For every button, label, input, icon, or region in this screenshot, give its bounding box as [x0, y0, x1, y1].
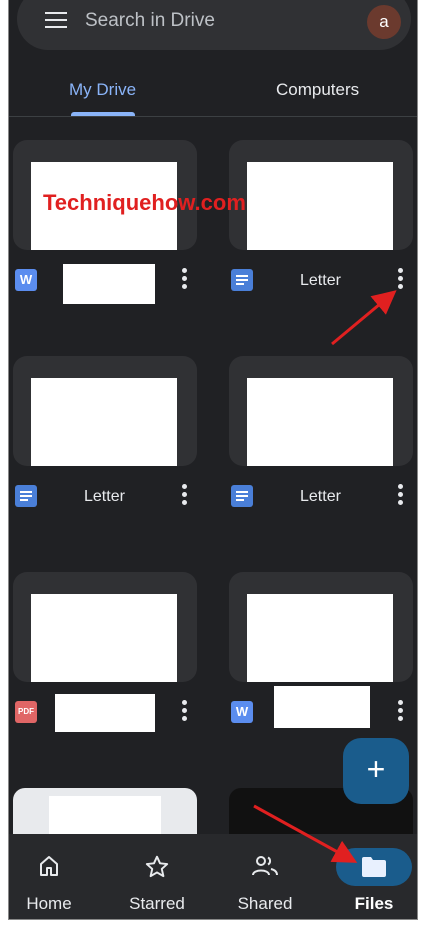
more-options-icon[interactable] [398, 700, 404, 722]
file-name: Letter [84, 488, 125, 505]
star-icon [145, 855, 169, 878]
nav-home[interactable]: Home [9, 834, 99, 919]
people-icon [252, 856, 278, 876]
more-options-icon[interactable] [398, 268, 404, 290]
pdf-icon: PDF [15, 701, 37, 723]
file-thumbnail[interactable] [13, 356, 197, 466]
file-thumbnail[interactable] [229, 140, 413, 250]
search-input[interactable]: Search in Drive [85, 10, 215, 32]
nav-label: Starred [129, 894, 185, 913]
bottom-navigation: Home Starred Shared Files [9, 834, 417, 919]
docs-icon [15, 485, 37, 507]
file-name: Letter [300, 488, 341, 505]
docs-icon [231, 269, 253, 291]
file-thumbnail[interactable] [229, 572, 413, 682]
more-options-icon[interactable] [398, 484, 404, 506]
nav-label: Home [26, 894, 72, 913]
nav-label: Files [354, 894, 394, 913]
nav-shared[interactable]: Shared [215, 834, 315, 919]
home-icon [40, 856, 58, 876]
watermark-text: Techniquehow.com [43, 190, 246, 215]
docs-icon [231, 485, 253, 507]
drive-screen: Search in Drive a My Drive Computers W L… [8, 0, 418, 920]
nav-label: Shared [237, 894, 293, 913]
new-button[interactable]: + [343, 738, 409, 804]
tab-my-drive[interactable]: My Drive [69, 80, 136, 100]
file-thumbnail[interactable] [229, 356, 413, 466]
file-name: Letter [300, 272, 341, 289]
word-icon: W [15, 269, 37, 291]
screenshot-frame: Search in Drive a My Drive Computers W L… [0, 0, 422, 928]
avatar[interactable]: a [367, 5, 401, 39]
more-options-icon[interactable] [182, 484, 188, 506]
tab-computers[interactable]: Computers [276, 80, 359, 100]
folder-icon [362, 857, 386, 877]
nav-files[interactable]: Files [324, 834, 417, 919]
more-options-icon[interactable] [182, 700, 188, 722]
hamburger-menu-icon[interactable] [45, 12, 67, 28]
file-thumbnail[interactable] [13, 572, 197, 682]
redacted-file-name [63, 264, 155, 304]
word-icon: W [231, 701, 253, 723]
more-options-icon[interactable] [182, 268, 188, 290]
redacted-file-name [274, 686, 370, 728]
redacted-file-name [55, 694, 155, 732]
tab-divider [9, 116, 417, 117]
search-bar[interactable]: Search in Drive a [17, 0, 411, 50]
nav-starred[interactable]: Starred [107, 834, 207, 919]
